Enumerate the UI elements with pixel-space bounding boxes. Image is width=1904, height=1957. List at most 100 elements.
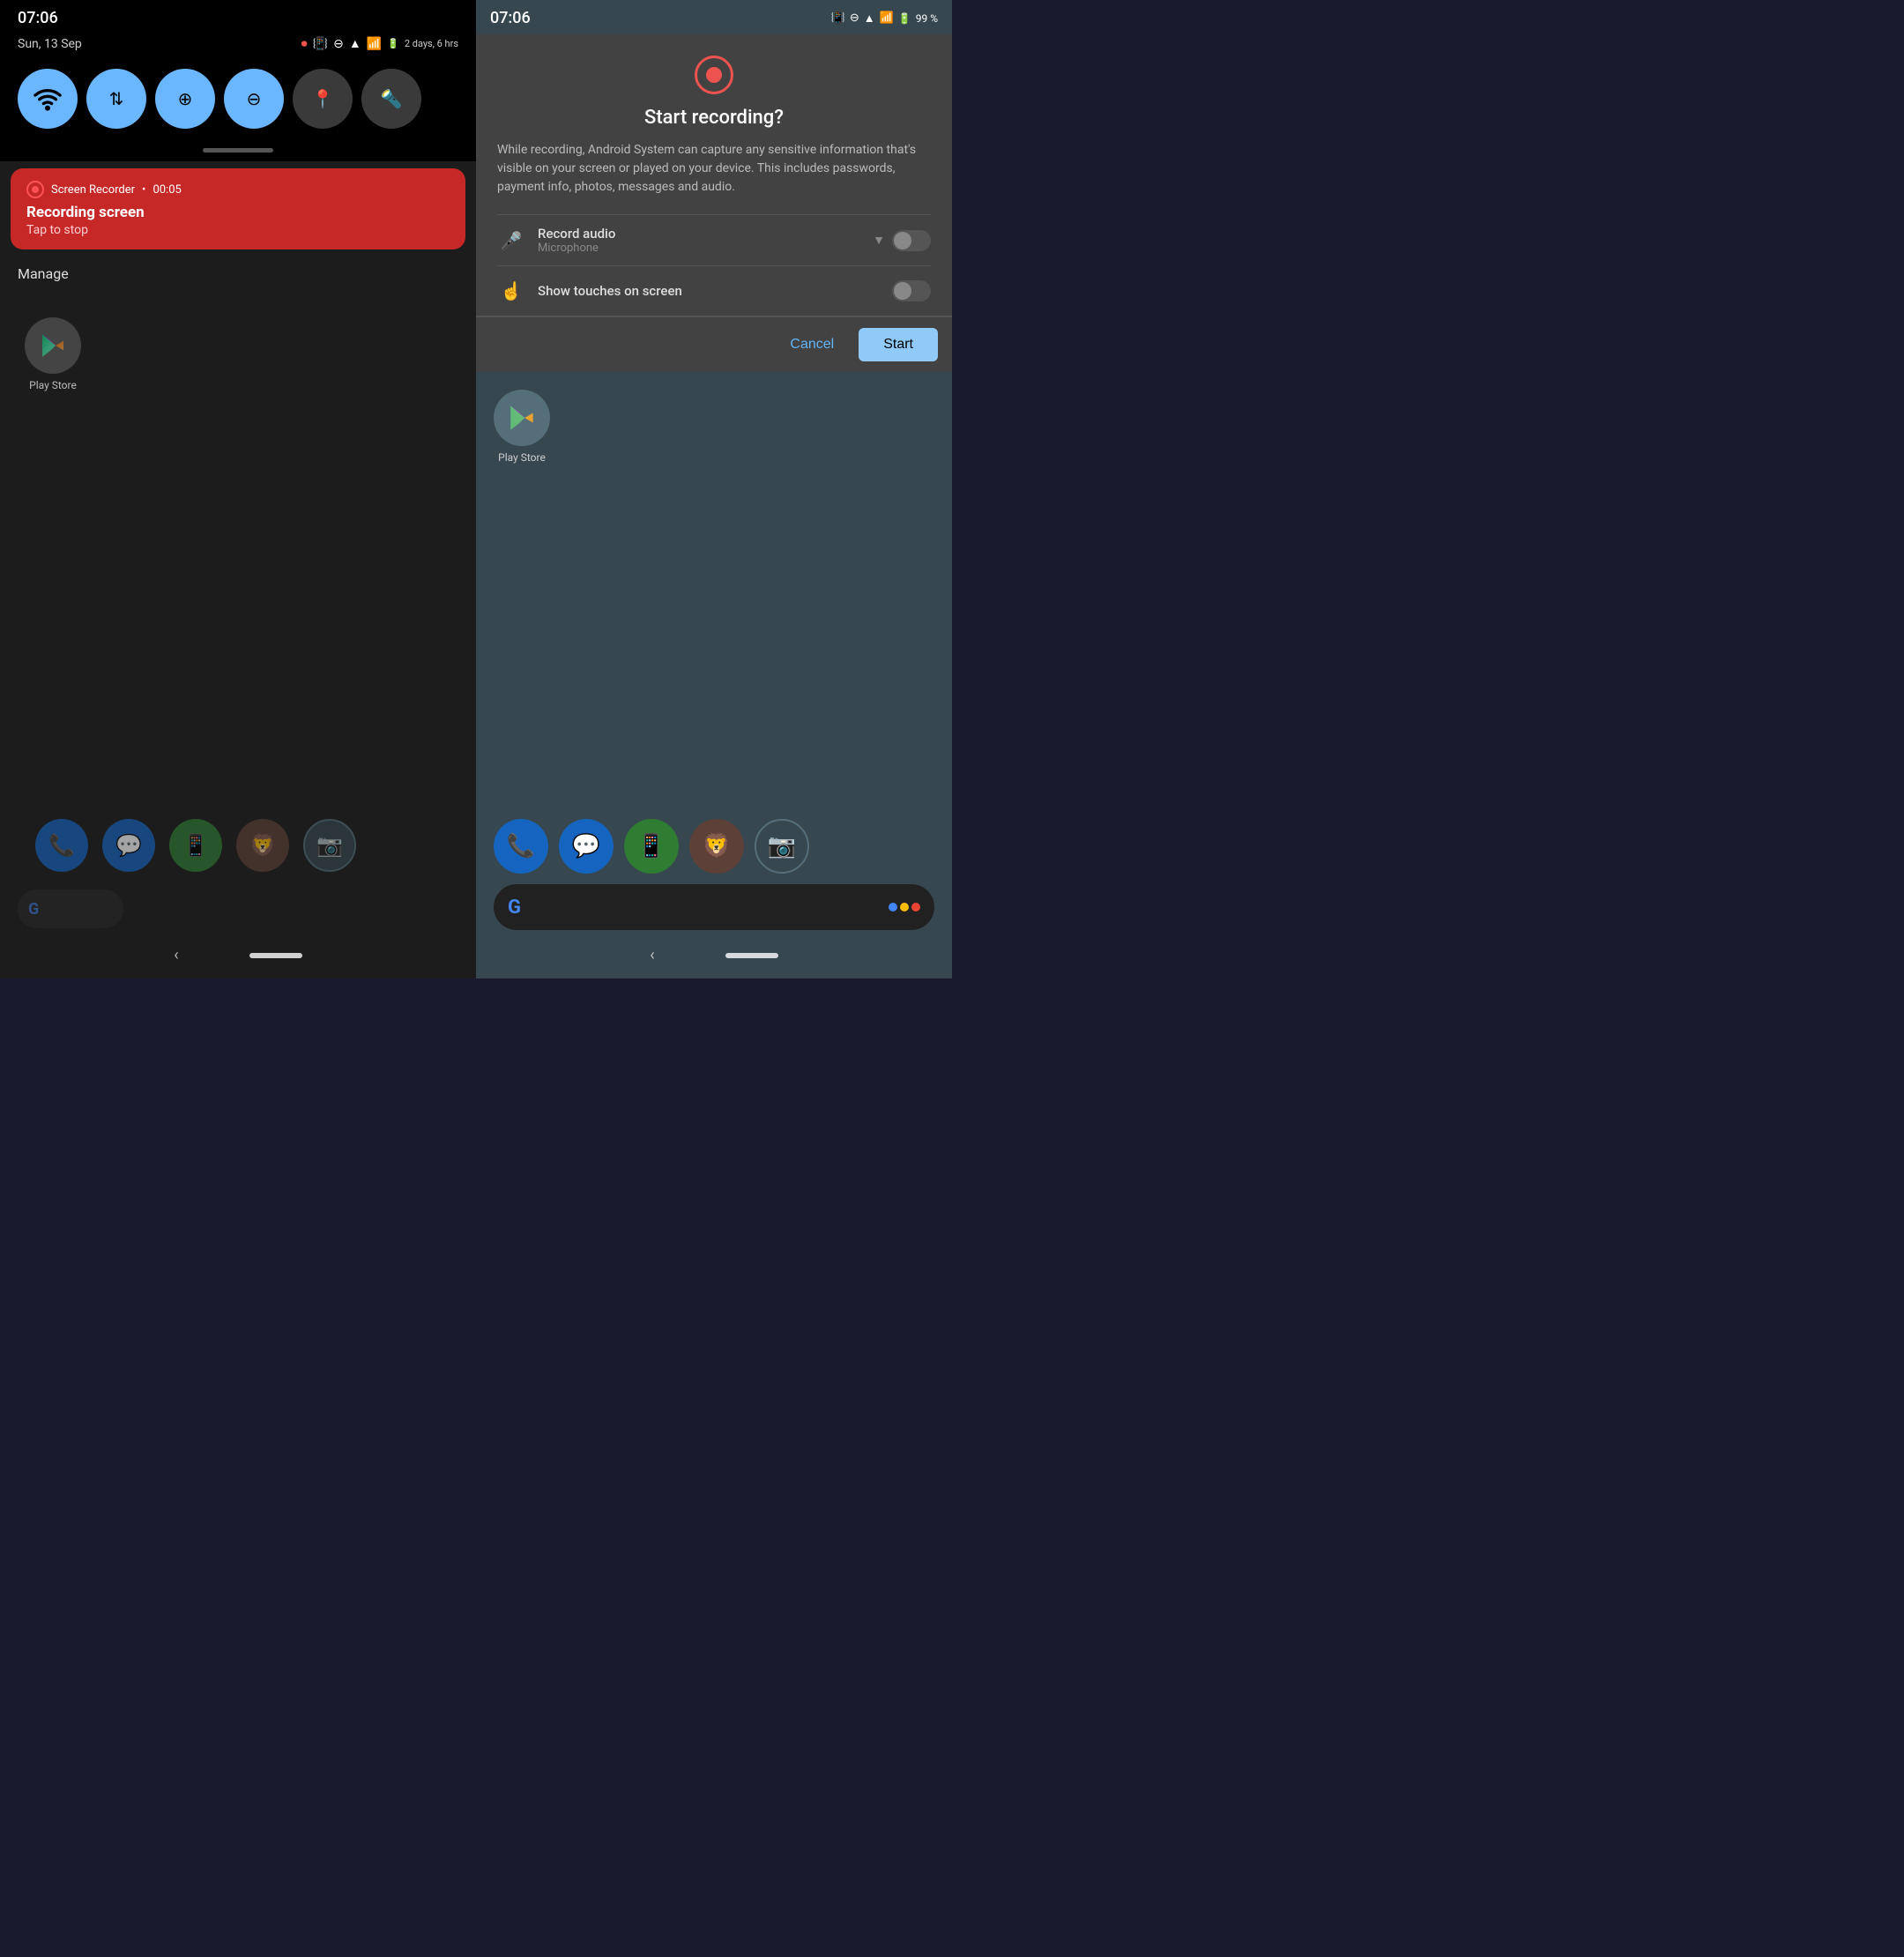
dnd-icon: ⊖ <box>333 37 344 51</box>
rec-duration: 00:05 <box>152 183 181 197</box>
rec-title: Recording screen <box>26 204 450 221</box>
left-panel: 07:06 Sun, 13 Sep ⏺ 📳 ⊖ ▲ 📶 🔋 2 days, 6 … <box>0 0 476 978</box>
microphone-dropdown[interactable]: ▼ <box>873 233 885 248</box>
battery-icon: 🔋 <box>387 38 399 49</box>
date-row: Sun, 13 Sep ⏺ 📳 ⊖ ▲ 📶 🔋 2 days, 6 hrs <box>0 33 476 60</box>
rec-app-name: Screen Recorder <box>51 183 135 197</box>
dialog-icon-row <box>497 56 931 94</box>
vibrate-icon-right: 📳 <box>831 11 845 25</box>
status-bar-left: 07:06 <box>0 0 476 33</box>
time-left: 07:06 <box>18 9 58 27</box>
dock-messages-right[interactable]: 💬 <box>559 819 614 874</box>
rec-small-icon <box>26 181 44 198</box>
battery-days: 2 days, 6 hrs <box>405 38 458 49</box>
play-store-left[interactable]: Play Store <box>18 317 88 391</box>
dock-camera-right[interactable]: 📷 <box>755 819 809 874</box>
back-button-left[interactable]: ‹ <box>174 946 178 964</box>
recording-dialog: Start recording? While recording, Androi… <box>476 34 952 316</box>
time-right: 07:06 <box>490 9 531 27</box>
tile-data[interactable]: ⇅ <box>86 69 146 129</box>
home-screen-right: Play Store 📞 💬 📱 🦁 📷 G <box>476 372 952 937</box>
show-touches-title: Show touches on screen <box>538 283 880 299</box>
record-status-icon: ⏺ <box>301 37 308 51</box>
manage-label: Manage <box>18 265 458 282</box>
dot-yellow <box>900 903 909 912</box>
nav-bar-left: ‹ <box>0 937 476 978</box>
dock-brave-left[interactable]: 🦁 <box>236 819 289 872</box>
tile-dnd[interactable]: ⊖ <box>224 69 284 129</box>
right-panel: 07:06 📳 ⊖ ▲ 📶 🔋 99 % Start recording? Wh… <box>476 0 952 978</box>
record-audio-title: Record audio <box>538 226 860 242</box>
show-touches-option: ☝ Show touches on screen <box>497 265 931 316</box>
tile-location[interactable]: 📍 <box>293 69 353 129</box>
home-indicator-left[interactable] <box>249 953 302 958</box>
record-audio-toggle-knob <box>894 232 911 249</box>
record-audio-controls: ▼ <box>873 230 931 251</box>
record-audio-toggle[interactable] <box>892 230 931 251</box>
google-g-icon: G <box>508 897 521 919</box>
left-home-area: Manage <box>0 257 476 937</box>
touch-icon: ☝ <box>497 277 525 305</box>
date-text: Sun, 13 Sep <box>18 37 82 51</box>
dock-phone-left[interactable]: 📞 <box>35 819 88 872</box>
google-search-left[interactable]: G <box>18 889 123 928</box>
notification-shade: 07:06 Sun, 13 Sep ⏺ 📳 ⊖ ▲ 📶 🔋 2 days, 6 … <box>0 0 476 161</box>
record-dot-large <box>706 67 722 83</box>
quick-tiles: ⇅ ⊕ ⊖ 📍 🔦 <box>0 60 476 143</box>
nav-bar-right: ‹ <box>476 937 952 978</box>
recording-notification[interactable]: Screen Recorder • 00:05 Recording screen… <box>11 168 465 249</box>
tile-flashlight[interactable]: 🔦 <box>361 69 421 129</box>
wifi-icon-right: ▲ <box>864 11 875 26</box>
home-spacer <box>494 464 934 819</box>
dock-whatsapp-right[interactable]: 📱 <box>624 819 679 874</box>
dock-messages-left[interactable]: 💬 <box>102 819 155 872</box>
dock-camera-left[interactable]: 📷 <box>303 819 356 872</box>
dot-blue <box>889 903 897 912</box>
wifi-icon: ▲ <box>349 36 361 51</box>
home-indicator-right[interactable] <box>725 953 778 958</box>
vibrate-icon: 📳 <box>313 37 328 51</box>
record-audio-subtitle: Microphone <box>538 242 860 255</box>
status-bar-right: 07:06 📳 ⊖ ▲ 📶 🔋 99 % <box>476 0 952 34</box>
play-store-icon-right <box>494 390 550 446</box>
shade-handle-container <box>0 143 476 161</box>
signal-icon: 📶 <box>367 37 382 51</box>
google-dots <box>889 903 920 912</box>
dock-whatsapp-left[interactable]: 📱 <box>169 819 222 872</box>
rec-bullet: • <box>142 183 145 197</box>
microphone-icon: 🎤 <box>497 227 525 255</box>
show-touches-toggle-knob <box>894 282 911 300</box>
play-store-label-left: Play Store <box>29 379 77 391</box>
play-store-row-right: Play Store <box>494 390 934 464</box>
show-touches-controls <box>892 280 931 301</box>
record-audio-text: Record audio Microphone <box>538 226 860 255</box>
dock-right: 📞 💬 📱 🦁 📷 <box>494 819 934 874</box>
battery-icon-right: 🔋 <box>898 12 911 25</box>
play-store-icon-left <box>25 317 81 374</box>
dialog-buttons: Cancel Start <box>476 317 952 372</box>
show-touches-toggle[interactable] <box>892 280 931 301</box>
tile-battery-saver[interactable]: ⊕ <box>155 69 215 129</box>
signal-icon-right: 📶 <box>880 11 894 25</box>
status-icons-right: 📳 ⊖ ▲ 📶 🔋 99 % <box>831 11 938 26</box>
dnd-icon-right: ⊖ <box>850 11 859 25</box>
google-search-right[interactable]: G <box>494 884 934 930</box>
play-store-label-right: Play Store <box>498 451 546 464</box>
dot-red <box>911 903 920 912</box>
cancel-button[interactable]: Cancel <box>772 328 852 361</box>
tile-wifi[interactable] <box>18 69 78 129</box>
rec-subtitle: Tap to stop <box>26 223 450 237</box>
dock-brave-right[interactable]: 🦁 <box>689 819 744 874</box>
dialog-body: While recording, Android System can capt… <box>497 141 931 197</box>
back-button-right[interactable]: ‹ <box>650 946 654 964</box>
battery-percent: 99 % <box>916 12 938 25</box>
start-button[interactable]: Start <box>859 328 938 361</box>
dock-phone-right[interactable]: 📞 <box>494 819 548 874</box>
play-store-right[interactable]: Play Store <box>494 390 550 464</box>
record-icon-large <box>695 56 733 94</box>
status-icons-left: ⏺ 📳 ⊖ ▲ 📶 🔋 2 days, 6 hrs <box>301 36 458 51</box>
shade-handle <box>203 148 273 153</box>
rec-dot <box>32 186 39 193</box>
show-touches-text: Show touches on screen <box>538 283 880 299</box>
rec-header: Screen Recorder • 00:05 <box>26 181 450 198</box>
